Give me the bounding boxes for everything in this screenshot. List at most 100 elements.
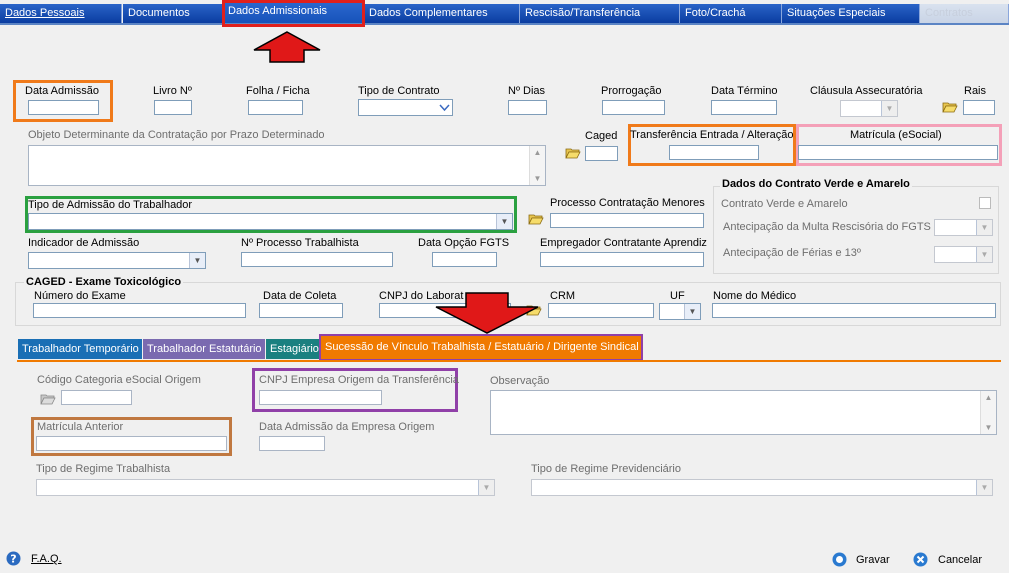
processo-trab-input[interactable]: [241, 252, 393, 267]
scrollbar[interactable]: ▲ ▼: [529, 146, 545, 185]
antecipacao-multa-select[interactable]: ▼: [934, 219, 993, 236]
data-termino-input[interactable]: [711, 100, 777, 115]
livro-label: Livro Nº: [153, 85, 192, 97]
antecipacao-multa-label: Antecipação da Multa Rescisória do FGTS: [723, 221, 931, 233]
highlight-dados-admissionais: [222, 0, 365, 27]
data-opcao-label: Data Opção FGTS: [418, 237, 510, 249]
tipo-admissao-select[interactable]: ▼: [28, 213, 513, 230]
scroll-down-icon[interactable]: ▼: [981, 423, 996, 432]
folder-open-icon[interactable]: [40, 393, 56, 405]
nome-medico-input[interactable]: [712, 303, 996, 318]
verde-amarelo-title: Dados do Contrato Verde e Amarelo: [720, 178, 912, 190]
folder-open-icon[interactable]: [942, 101, 958, 113]
observacao-textarea[interactable]: ▲ ▼: [490, 390, 997, 435]
rais-input[interactable]: [963, 100, 995, 115]
regime-trab-label: Tipo de Regime Trabalhista: [36, 463, 171, 475]
tipo-contrato-label: Tipo de Contrato: [358, 85, 440, 97]
objeto-textarea[interactable]: ▲ ▼: [28, 145, 546, 186]
tab-trabalhador-temporario[interactable]: Trabalhador Temporário: [18, 339, 142, 359]
indicador-select[interactable]: ▼: [28, 252, 206, 269]
scrollbar[interactable]: ▲ ▼: [980, 391, 996, 434]
chevron-down-icon[interactable]: ▼: [496, 214, 512, 229]
scroll-up-icon[interactable]: ▲: [981, 393, 996, 402]
crm-input[interactable]: [548, 303, 654, 318]
chevron-down-icon[interactable]: ▼: [189, 253, 205, 268]
svg-text:?: ?: [10, 553, 16, 566]
tab-label: Rescisão/Transferência: [525, 7, 641, 19]
numero-exame-input[interactable]: [33, 303, 246, 318]
livro-input[interactable]: [154, 100, 192, 115]
chevron-down-icon[interactable]: ▼: [684, 304, 700, 319]
processo-trab-label: Nº Processo Trabalhista: [241, 237, 359, 249]
scroll-down-icon[interactable]: ▼: [530, 174, 545, 183]
uf-select[interactable]: ▼: [659, 303, 701, 320]
cancelar-button[interactable]: Cancelar: [938, 554, 982, 566]
data-opcao-input[interactable]: [432, 252, 497, 267]
regime-trab-select[interactable]: ▼: [36, 479, 495, 496]
prorrogacao-label: Prorrogação: [601, 85, 662, 97]
faq-link[interactable]: F.A.Q.: [31, 553, 62, 565]
tab-label: Dados Pessoais: [5, 7, 85, 19]
nome-medico-label: Nome do Médico: [713, 290, 797, 302]
clausula-select[interactable]: ▼: [840, 100, 898, 117]
help-icon[interactable]: ?: [6, 551, 21, 566]
tab-dados-pessoais[interactable]: Dados Pessoais: [0, 4, 122, 23]
dias-input[interactable]: [508, 100, 547, 115]
codigo-categoria-input[interactable]: [61, 390, 132, 405]
folha-input[interactable]: [248, 100, 303, 115]
save-icon[interactable]: [832, 552, 847, 567]
chevron-down-icon[interactable]: ▼: [976, 220, 992, 235]
matricula-label: Matrícula (eSocial): [850, 129, 942, 141]
empregador-input[interactable]: [540, 252, 704, 267]
regime-prev-label: Tipo de Regime Previdenciário: [531, 463, 681, 475]
data-coleta-input[interactable]: [259, 303, 343, 318]
tab-bar-bottom-line: [0, 23, 1009, 25]
clausula-label: Cláusula Assecuratória: [810, 85, 923, 97]
folha-label: Folha / Ficha: [246, 85, 310, 97]
tab-dados-complementares[interactable]: Dados Complementares: [364, 4, 520, 23]
transferencia-input[interactable]: [669, 145, 759, 160]
tipo-admissao-label: Tipo de Admissão do Trabalhador: [28, 199, 193, 211]
observacao-label: Observação: [490, 375, 550, 387]
red-up-arrow-icon: [253, 31, 321, 63]
tab-trabalhador-estatutario[interactable]: Trabalhador Estatutário: [143, 339, 265, 359]
chevron-down-icon[interactable]: [437, 100, 452, 115]
tab-documentos[interactable]: Documentos: [123, 4, 223, 23]
folder-open-icon[interactable]: [528, 213, 544, 225]
chevron-down-icon[interactable]: ▼: [478, 480, 494, 495]
antecipacao-ferias-select[interactable]: ▼: [934, 246, 993, 263]
processo-menores-label: Processo Contratação Menores: [550, 197, 705, 209]
folder-open-icon[interactable]: [565, 147, 581, 159]
caged-input[interactable]: [585, 146, 618, 161]
tab-contratos[interactable]: Contratos: [920, 4, 1009, 23]
data-adm-origem-input[interactable]: [259, 436, 325, 451]
matricula-anterior-input[interactable]: [36, 436, 227, 451]
contrato-verde-amarelo-checkbox[interactable]: [979, 197, 991, 209]
codigo-categoria-label: Código Categoria eSocial Origem: [37, 374, 201, 386]
scroll-up-icon[interactable]: ▲: [530, 148, 545, 157]
data-coleta-label: Data de Coleta: [263, 290, 337, 302]
data-admissao-label: Data Admissão: [25, 85, 99, 97]
tab-label: Trabalhador Estatutário: [147, 343, 262, 355]
chevron-down-icon[interactable]: ▼: [881, 101, 897, 116]
tipo-contrato-select[interactable]: [358, 99, 453, 116]
chevron-down-icon[interactable]: ▼: [976, 480, 992, 495]
tab-estagiario[interactable]: Estagiário: [266, 339, 320, 359]
chevron-down-icon[interactable]: ▼: [976, 247, 992, 262]
gravar-button[interactable]: Gravar: [856, 554, 890, 566]
tab-foto-cracha[interactable]: Foto/Crachá: [680, 4, 782, 23]
prorrogacao-input[interactable]: [602, 100, 665, 115]
tab-situacoes-especiais[interactable]: Situações Especiais: [782, 4, 920, 23]
matricula-input[interactable]: [798, 145, 998, 160]
tab-rescisao-transferencia[interactable]: Rescisão/Transferência: [520, 4, 680, 23]
cnpj-origem-input[interactable]: [259, 390, 382, 405]
matricula-anterior-label: Matrícula Anterior: [37, 421, 124, 433]
contrato-verde-amarelo-label: Contrato Verde e Amarelo: [721, 198, 848, 210]
cancel-icon[interactable]: [913, 552, 928, 567]
processo-menores-input[interactable]: [550, 213, 704, 228]
data-adm-origem-label: Data Admissão da Empresa Origem: [259, 421, 435, 433]
regime-prev-select[interactable]: ▼: [531, 479, 993, 496]
rais-label: Rais: [964, 85, 987, 97]
dias-label: Nº Dias: [508, 85, 546, 97]
data-admissao-input[interactable]: [28, 100, 99, 115]
